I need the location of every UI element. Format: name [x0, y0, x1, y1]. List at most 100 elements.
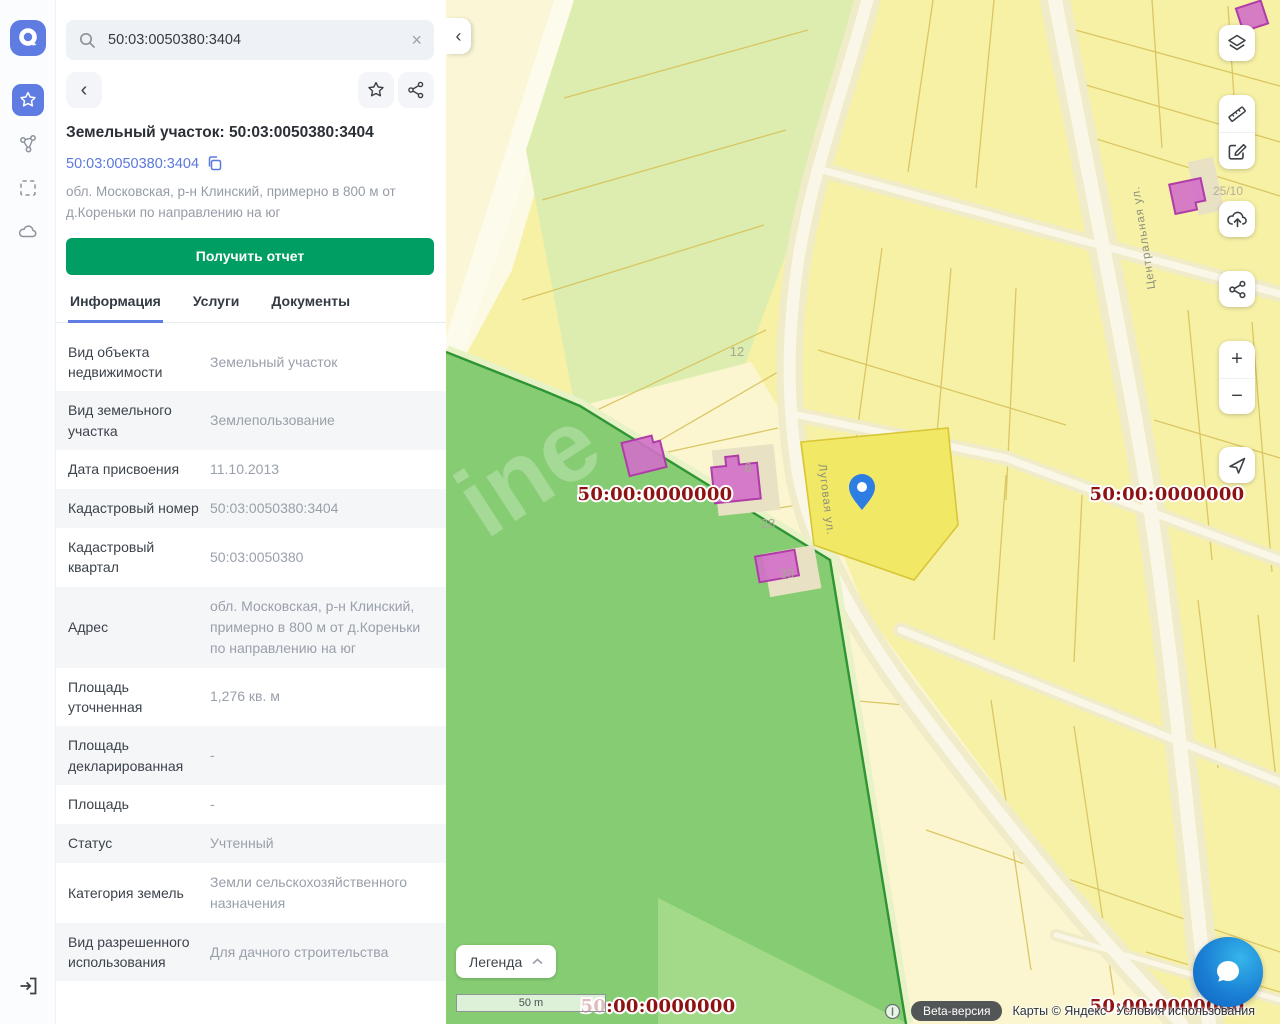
yandex-maps-attribution-link[interactable]: Карты © Яндекс	[1012, 1004, 1106, 1018]
row-value: Земли сельскохозяйственного назначения	[210, 872, 432, 914]
zoom-in-button[interactable]: +	[1219, 342, 1255, 378]
favorites-rail-button[interactable]	[12, 84, 44, 116]
quarter-label: 50:00:0000000	[578, 484, 733, 505]
area-select-rail-button[interactable]	[12, 172, 44, 204]
left-icon-rail	[0, 0, 56, 1024]
share-icon	[406, 80, 426, 100]
table-row: Дата присвоения11.10.2013	[56, 450, 446, 489]
search-input[interactable]	[106, 31, 401, 49]
navigation-arrow-icon	[1226, 454, 1248, 476]
search-bar: ×	[66, 20, 434, 60]
row-value: -	[210, 794, 432, 815]
chevron-left-icon: ‹	[456, 26, 462, 47]
parcel-number-25-10: 25/10	[1213, 184, 1243, 198]
row-label: Статус	[68, 833, 200, 853]
copy-icon[interactable]	[206, 155, 223, 172]
legend-button[interactable]: Легенда	[456, 945, 556, 978]
parcel-number-28: 28	[761, 516, 775, 531]
cadastral-number-row: 50:03:0050380:3404	[66, 155, 434, 172]
row-value: Для дачного строительства	[210, 942, 432, 963]
table-row: Кадастровый номер 50:03:0050380:3404	[56, 489, 446, 528]
beta-badge: Beta-версия	[911, 1001, 1002, 1021]
get-report-button[interactable]: Получить отчет	[66, 238, 434, 275]
map-scale-bar: 50 m	[456, 994, 606, 1012]
row-label: Площадь декларированная	[68, 735, 200, 776]
table-row: Вид разрешенного использования Для дачног…	[56, 923, 446, 982]
cloud-upload-icon	[1226, 208, 1249, 231]
scale-label: 50 m	[519, 997, 543, 1009]
row-value: 50:03:0050380	[210, 547, 432, 568]
table-row: Площадь-	[56, 785, 446, 824]
table-row: Кадастровый квартал 50:03:0050380	[56, 528, 446, 587]
info-icon[interactable]	[884, 1003, 901, 1020]
row-value: -	[210, 745, 432, 766]
row-value: 11.10.2013	[210, 459, 432, 480]
row-value: Земельный участок	[210, 352, 432, 373]
zoom-controls: + −	[1219, 341, 1255, 414]
cadastral-number-link[interactable]: 50:03:0050380:3404	[66, 156, 199, 172]
share-map-button[interactable]	[1219, 271, 1255, 307]
object-header-toolbar: ‹	[66, 72, 434, 108]
row-value: 50:03:0050380:3404	[210, 498, 432, 519]
layers-icon	[1226, 32, 1248, 54]
share-object-button[interactable]	[398, 72, 434, 108]
object-info-panel: × ‹ Земельный участок: 50:03:0050380:340…	[56, 0, 446, 1024]
parcel-number-30: 30	[780, 566, 794, 581]
row-value: обл. Московская, р-н Клинский, примерно …	[210, 596, 432, 659]
favorite-object-button[interactable]	[358, 72, 394, 108]
table-row: Площадь декларированная-	[56, 726, 446, 785]
row-label: Вид разрешенного использования	[68, 932, 200, 973]
cloud-icon	[17, 221, 39, 243]
table-row: Площадь уточненная1,276 кв. м	[56, 668, 446, 727]
row-label: Вид земельного участка	[68, 400, 200, 441]
table-row: Вид земельного участка Землепользование	[56, 391, 446, 450]
row-label: Адрес	[68, 617, 200, 637]
tab-documents[interactable]: Документы	[269, 293, 352, 323]
sign-in-rail-button[interactable]	[12, 970, 44, 1002]
objects-graph-rail-button[interactable]	[12, 128, 44, 160]
cloud-rail-button[interactable]	[12, 216, 44, 248]
clear-search-icon[interactable]: ×	[411, 31, 422, 49]
parcel-number-12: 12	[730, 344, 744, 359]
object-address: обл. Московская, р-н Клинский, примерно …	[66, 182, 432, 224]
layers-button[interactable]	[1219, 25, 1255, 61]
search-icon	[78, 31, 96, 49]
edit-icon	[1226, 140, 1248, 162]
zoom-out-button[interactable]: −	[1219, 378, 1255, 414]
table-row: Вид объекта недвижимости Земельный участо…	[56, 333, 446, 392]
row-value: 1,276 кв. м	[210, 686, 432, 707]
collapse-panel-button[interactable]: ‹	[446, 18, 471, 54]
support-chat-button[interactable]	[1193, 937, 1263, 1007]
chevron-up-icon	[532, 958, 543, 965]
ruler-icon	[1226, 103, 1248, 125]
star-icon	[366, 80, 386, 100]
graph-nodes-icon	[17, 133, 39, 155]
locate-me-button[interactable]	[1219, 447, 1255, 483]
panel-tabs: Информация Услуги Документы	[56, 293, 446, 323]
row-value: Учтенный	[210, 833, 432, 854]
selection-square-icon	[17, 177, 39, 199]
row-label: Категория земель	[68, 883, 200, 903]
object-attributes-table: Вид объекта недвижимости Земельный участо…	[56, 333, 446, 982]
map-render: ine 12 6 28 30 25/10 Луговая ул. Централ…	[446, 0, 1280, 1024]
table-row: Категория земель Земли сельскохозяйственн…	[56, 863, 446, 923]
app-logo[interactable]	[10, 20, 46, 56]
tools-group	[1219, 95, 1255, 169]
row-label: Кадастровый номер	[68, 498, 200, 518]
draw-edit-button[interactable]	[1219, 132, 1255, 168]
measure-button[interactable]	[1219, 96, 1255, 132]
object-title: Земельный участок: 50:03:0050380:3404	[66, 124, 434, 142]
back-button[interactable]: ‹	[66, 72, 102, 108]
map-canvas[interactable]: ine 12 6 28 30 25/10 Луговая ул. Централ…	[446, 0, 1280, 1024]
row-label: Кадастровый квартал	[68, 537, 200, 578]
row-value: Землепользование	[210, 410, 432, 431]
upload-button[interactable]	[1219, 201, 1255, 237]
tab-information[interactable]: Информация	[68, 293, 163, 323]
table-row: Статус Учтенный	[56, 824, 446, 863]
row-label: Вид объекта недвижимости	[68, 342, 200, 383]
table-row: Адрес обл. Московская, р-н Клинский, прим…	[56, 587, 446, 668]
star-icon	[18, 90, 38, 110]
quarter-label: 50:00:0000000	[1090, 484, 1245, 505]
tab-services[interactable]: Услуги	[191, 293, 242, 323]
map-attribution: Beta-версия Карты © Яндекс Условия испол…	[884, 1001, 1255, 1021]
